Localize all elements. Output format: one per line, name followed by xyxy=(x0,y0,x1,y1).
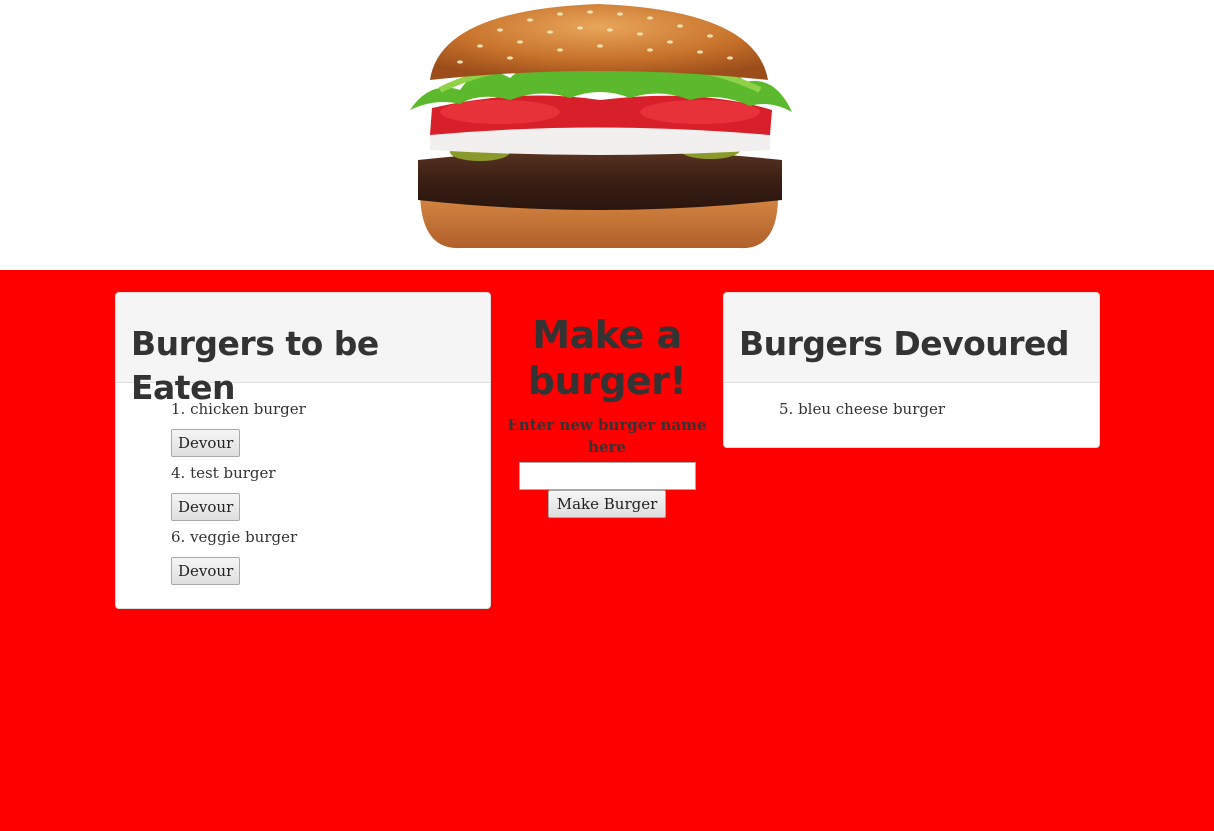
make-burger-form: Make a burger! Enter new burger name her… xyxy=(505,312,709,518)
burger-name: 6. veggie burger xyxy=(171,528,298,546)
devoured-list: 5. bleu cheese burger xyxy=(724,383,1099,419)
devour-button[interactable]: Devour xyxy=(171,429,241,457)
devour-button[interactable]: Devour xyxy=(171,557,241,585)
panel-title: Burgers Devoured xyxy=(739,324,1070,363)
burger-list: 1. chicken burger Devour 4. test burger … xyxy=(116,383,490,585)
burger-name: 4. test burger xyxy=(171,464,276,482)
form-title: Make a burger! xyxy=(527,313,687,403)
devour-button[interactable]: Devour xyxy=(171,493,241,521)
make-burger-button[interactable]: Make Burger xyxy=(547,490,667,518)
burger-name-input[interactable] xyxy=(518,462,696,490)
list-item: 6. veggie burger Devour xyxy=(171,527,475,585)
burger-name: 5. bleu cheese burger xyxy=(779,400,946,418)
header-banner xyxy=(0,0,1214,270)
panel-heading: Burgers to be Eaten xyxy=(116,293,490,407)
list-item: 4. test burger Devour xyxy=(171,463,475,521)
burgers-devoured-panel: Burgers Devoured 5. bleu cheese burger xyxy=(723,292,1100,448)
list-item: 5. bleu cheese burger xyxy=(779,399,1084,419)
panel-heading: Burgers Devoured xyxy=(724,293,1099,383)
burger-name: 1. chicken burger xyxy=(171,400,306,418)
burgers-to-eat-panel: Burgers to be Eaten 1. chicken burger De… xyxy=(115,292,491,609)
burger-name-label: Enter new burger name here xyxy=(507,416,707,456)
list-item: 1. chicken burger Devour xyxy=(171,399,475,457)
burger-image xyxy=(410,4,792,249)
